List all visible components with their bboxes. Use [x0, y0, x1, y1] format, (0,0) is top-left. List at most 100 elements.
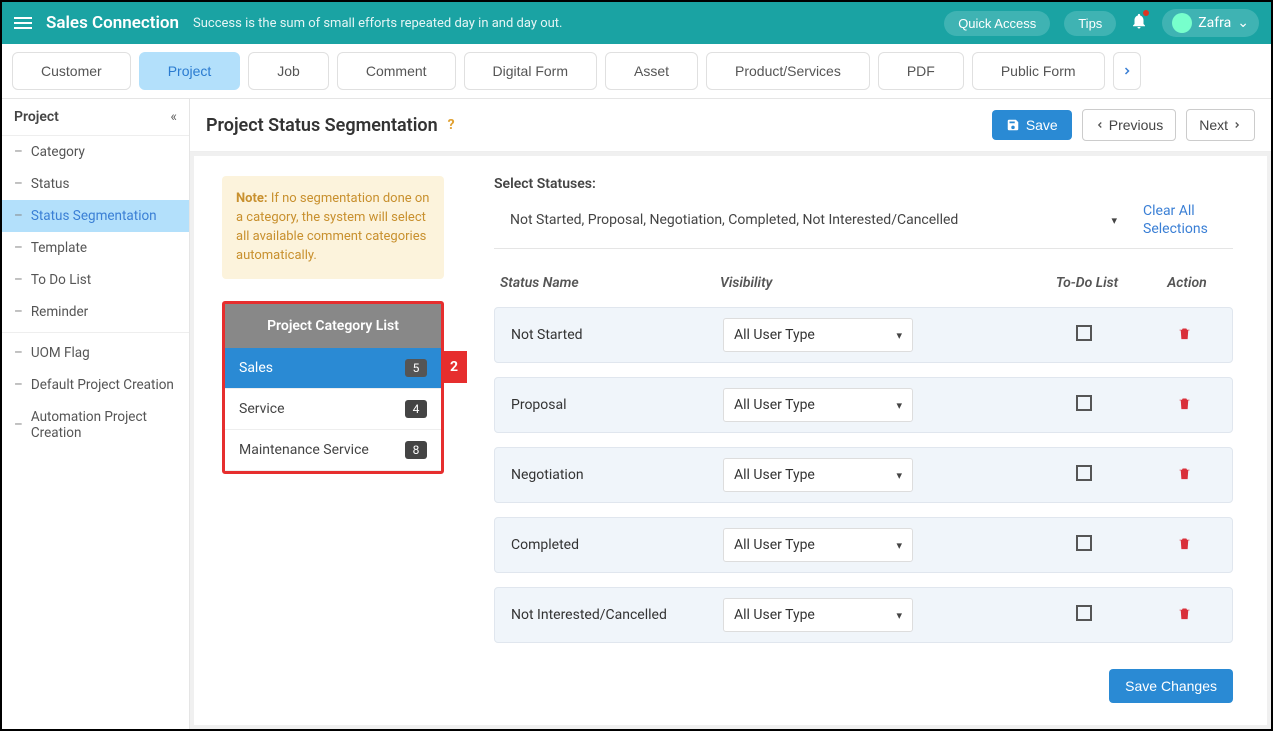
status-row: Not Interested/Cancelled All User Type▾ — [494, 587, 1233, 643]
visibility-select[interactable]: All User Type▾ — [723, 458, 913, 492]
col-visibility: Visibility — [720, 275, 980, 291]
sidebar-item-status[interactable]: Status — [2, 168, 189, 200]
table-header: Status Name Visibility To-Do List Action — [494, 265, 1233, 307]
page-title: Project Status Segmentation — [206, 115, 438, 136]
tab-public-form[interactable]: Public Form — [972, 52, 1105, 90]
brand-title: Sales Connection — [46, 13, 179, 33]
category-name: Sales — [239, 360, 273, 376]
top-bar: Sales Connection Success is the sum of s… — [2, 2, 1271, 44]
previous-label: Previous — [1109, 117, 1163, 133]
statuses-dropdown-value: Not Started, Proposal, Negotiation, Comp… — [510, 212, 958, 228]
user-name: Zafra — [1198, 15, 1231, 31]
category-panel-title: Project Category List — [225, 304, 441, 348]
sidebar-item-uom-flag[interactable]: UOM Flag — [2, 337, 189, 369]
sidebar-item-category[interactable]: Category — [2, 136, 189, 168]
chevron-right-icon — [1232, 120, 1242, 130]
tab-digital-form[interactable]: Digital Form — [464, 52, 597, 90]
category-panel: Project Category List Sales 5 Service 4 … — [222, 301, 444, 474]
user-menu[interactable]: Zafra ⌄ — [1162, 9, 1259, 37]
tips-button[interactable]: Tips — [1064, 11, 1116, 36]
status-name: Proposal — [503, 397, 723, 413]
category-item-service[interactable]: Service 4 — [225, 389, 441, 430]
tab-asset[interactable]: Asset — [605, 52, 698, 90]
sidebar-item-template[interactable]: Template — [2, 232, 189, 264]
tabs-row: Customer Project Job Comment Digital For… — [2, 44, 1271, 99]
status-row: Not Started All User Type▾ — [494, 307, 1233, 363]
status-name: Not Started — [503, 327, 723, 343]
todo-checkbox[interactable] — [1076, 325, 1092, 341]
next-label: Next — [1199, 117, 1228, 133]
category-name: Maintenance Service — [239, 442, 369, 458]
tabs-scroll-right[interactable] — [1113, 52, 1141, 90]
caret-down-icon: ▾ — [896, 469, 902, 482]
visibility-select[interactable]: All User Type▾ — [723, 528, 913, 562]
caret-down-icon: ▾ — [896, 399, 902, 412]
caret-down-icon: ▾ — [896, 609, 902, 622]
delete-icon[interactable] — [1177, 465, 1192, 482]
notifications-icon[interactable] — [1130, 12, 1148, 34]
tab-job[interactable]: Job — [248, 52, 329, 90]
save-button[interactable]: Save — [992, 110, 1072, 140]
sidebar-title: Project — [14, 109, 59, 125]
delete-icon[interactable] — [1177, 395, 1192, 412]
clear-all-link[interactable]: Clear All Selections — [1143, 202, 1233, 238]
previous-button[interactable]: Previous — [1082, 109, 1176, 141]
tab-pdf[interactable]: PDF — [878, 52, 964, 90]
sidebar: Project « Category Status Status Segment… — [2, 99, 190, 729]
statuses-dropdown[interactable]: Not Started, Proposal, Negotiation, Comp… — [504, 202, 1123, 238]
col-todo: To-Do List — [1027, 275, 1147, 291]
sidebar-item-reminder[interactable]: Reminder — [2, 296, 189, 328]
todo-checkbox[interactable] — [1076, 535, 1092, 551]
status-name: Negotiation — [503, 467, 723, 483]
sidebar-item-status-segmentation[interactable]: Status Segmentation — [2, 200, 189, 232]
next-button[interactable]: Next — [1186, 109, 1255, 141]
tagline-text: Success is the sum of small efforts repe… — [193, 16, 562, 31]
category-count: 5 — [405, 359, 427, 377]
visibility-select[interactable]: All User Type▾ — [723, 388, 913, 422]
delete-icon[interactable] — [1177, 535, 1192, 552]
select-statuses-label: Select Statuses: — [494, 176, 1233, 192]
status-name: Completed — [503, 537, 723, 553]
status-row: Negotiation All User Type▾ — [494, 447, 1233, 503]
category-item-maintenance[interactable]: Maintenance Service 8 — [225, 430, 441, 471]
save-changes-button[interactable]: Save Changes — [1109, 669, 1233, 703]
delete-icon[interactable] — [1177, 325, 1192, 342]
sidebar-item-to-do-list[interactable]: To Do List — [2, 264, 189, 296]
save-label: Save — [1026, 117, 1058, 133]
col-status-name: Status Name — [500, 275, 720, 291]
category-item-sales[interactable]: Sales 5 — [225, 348, 441, 389]
tab-project[interactable]: Project — [139, 52, 241, 90]
callout-badge: 2 — [441, 351, 467, 383]
status-row: Proposal All User Type▾ — [494, 377, 1233, 433]
main-column: Project Status Segmentation ? Save Previ… — [190, 99, 1271, 729]
visibility-select[interactable]: All User Type▾ — [723, 598, 913, 632]
sidebar-item-automation-project-creation[interactable]: Automation Project Creation — [2, 401, 189, 449]
note-label: Note: — [236, 191, 268, 206]
chevron-left-icon — [1095, 120, 1105, 130]
tab-comment[interactable]: Comment — [337, 52, 456, 90]
note-box: Note: If no segmentation done on a categ… — [222, 176, 444, 279]
category-name: Service — [239, 401, 285, 417]
category-count: 8 — [405, 441, 427, 459]
category-count: 4 — [405, 400, 427, 418]
delete-icon[interactable] — [1177, 605, 1192, 622]
help-icon[interactable]: ? — [448, 117, 455, 133]
sidebar-item-default-project-creation[interactable]: Default Project Creation — [2, 369, 189, 401]
quick-access-button[interactable]: Quick Access — [944, 11, 1050, 36]
tab-customer[interactable]: Customer — [12, 52, 131, 90]
todo-checkbox[interactable] — [1076, 605, 1092, 621]
menu-icon[interactable] — [14, 17, 32, 29]
visibility-select[interactable]: All User Type▾ — [723, 318, 913, 352]
caret-down-icon: ▾ — [896, 539, 902, 552]
todo-checkbox[interactable] — [1076, 465, 1092, 481]
save-icon — [1006, 118, 1020, 132]
todo-checkbox[interactable] — [1076, 395, 1092, 411]
sidebar-collapse-icon[interactable]: « — [170, 109, 177, 125]
status-name: Not Interested/Cancelled — [503, 607, 723, 623]
chevron-down-icon: ⌄ — [1237, 15, 1249, 31]
caret-down-icon: ▾ — [896, 329, 902, 342]
col-action: Action — [1147, 275, 1227, 291]
tab-product-services[interactable]: Product/Services — [706, 52, 870, 90]
caret-down-icon: ▾ — [1111, 214, 1117, 227]
status-row: Completed All User Type▾ — [494, 517, 1233, 573]
